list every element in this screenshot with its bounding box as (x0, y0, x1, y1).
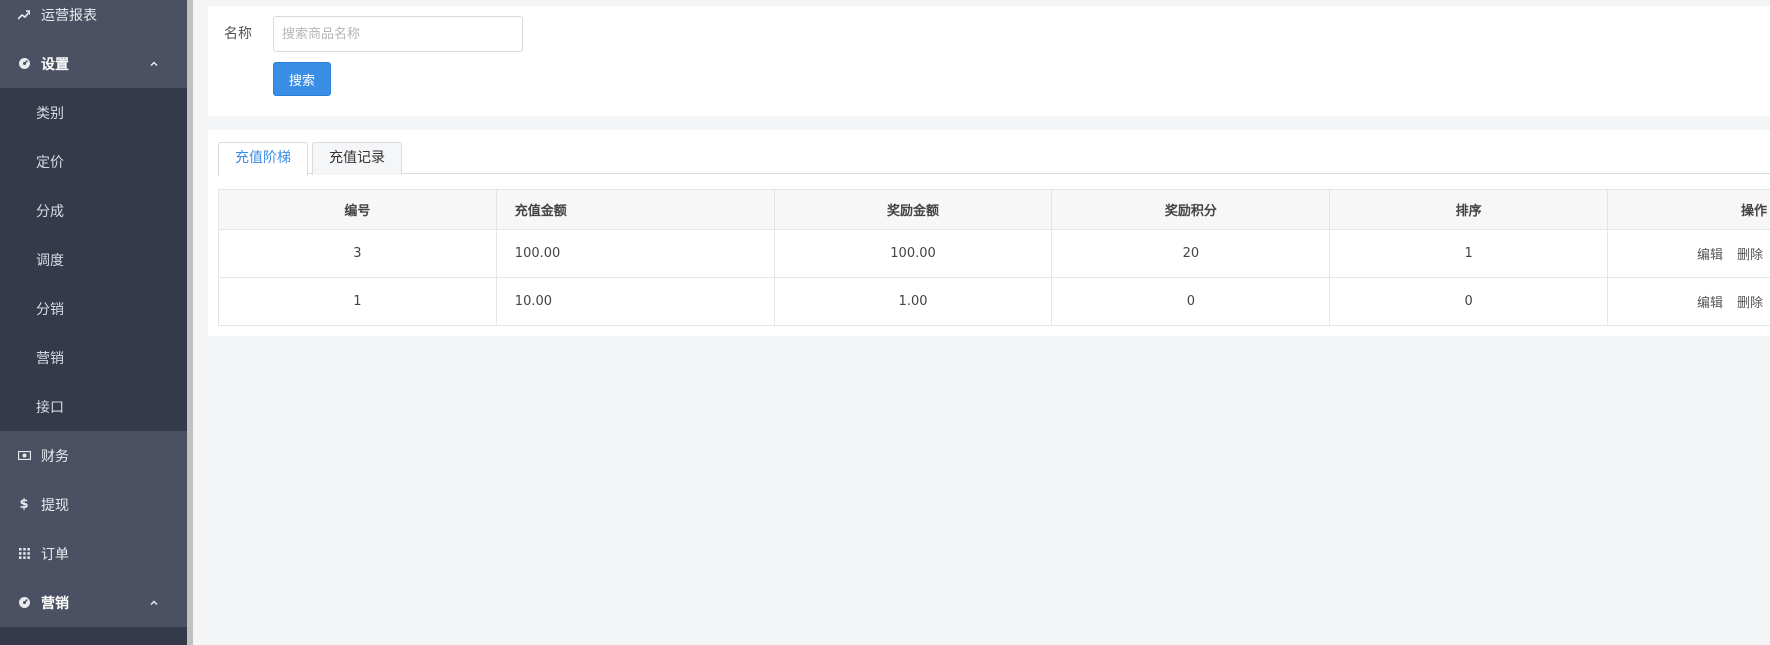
cell-points: 0 (1051, 277, 1331, 326)
table-header-row: 编号 充值金额 奖励金额 奖励积分 排序 操作 (218, 189, 1770, 230)
sidebar-item-withdraw[interactable]: $ 提现 (0, 480, 187, 529)
table-row: 3 100.00 100.00 20 1 编辑 删除 (218, 229, 1770, 278)
sidebar-item-finance[interactable]: 财务 (0, 431, 187, 480)
sidebar-item-label: 接口 (36, 399, 64, 416)
dashboard-icon (17, 596, 31, 610)
dashboard-icon (17, 57, 31, 71)
sidebar-item-api[interactable]: 接口 (0, 382, 187, 431)
sidebar-item-settings[interactable]: 设置 (0, 39, 187, 88)
sidebar: 运营报表 设置 类别 定价 分成 调度 分销 营销 接口 财务 $ 提现 订单 … (0, 0, 187, 645)
tab-recharge-tiers[interactable]: 充值阶梯 (218, 142, 308, 176)
column-header-reward: 奖励金额 (773, 189, 1053, 230)
sidebar-item-dispatch[interactable]: 调度 (0, 235, 187, 284)
cell-amount: 10.00 (495, 277, 775, 326)
cell-points: 20 (1051, 229, 1331, 278)
recharge-tier-table: 编号 充值金额 奖励金额 奖励积分 排序 操作 3 100.00 100.00 … (218, 189, 1770, 326)
column-header-id: 编号 (218, 189, 497, 230)
chevron-up-icon (149, 596, 159, 606)
tab-recharge-records[interactable]: 充值记录 (312, 142, 402, 175)
sidebar-item-label: 营销 (41, 595, 69, 612)
dollar-icon: $ (19, 497, 29, 512)
trend-up-icon (17, 8, 31, 22)
sidebar-item-label: 调度 (36, 252, 64, 269)
money-icon (17, 449, 31, 463)
cell-sort: 1 (1329, 229, 1609, 278)
cell-id: 1 (218, 277, 497, 326)
sidebar-item-label: 分成 (36, 203, 64, 220)
delete-link[interactable]: 删除 (1737, 296, 1763, 311)
search-button[interactable]: 搜索 (273, 62, 331, 96)
sidebar-item-commission[interactable]: 分成 (0, 186, 187, 235)
table-panel: 充值阶梯 充值记录 编号 充值金额 奖励金额 奖励积分 排序 操作 3 100.… (208, 130, 1770, 336)
chevron-up-icon (149, 57, 159, 67)
sidebar-item-label: 定价 (36, 154, 64, 171)
sidebar-item-label: 财务 (41, 448, 69, 465)
sidebar-item-label: 分销 (36, 301, 64, 318)
sidebar-item-orders[interactable]: 订单 (0, 529, 187, 578)
cell-actions: 编辑 删除 (1607, 277, 1770, 326)
cell-sort: 0 (1329, 277, 1609, 326)
sidebar-item-label: 运营报表 (41, 7, 97, 24)
sidebar-item-label: 营销 (36, 350, 64, 367)
name-label: 名称 (224, 26, 252, 42)
column-header-points: 奖励积分 (1051, 189, 1331, 230)
grid-icon (17, 547, 31, 561)
cell-amount: 100.00 (495, 229, 775, 278)
sidebar-item-ops-report[interactable]: 运营报表 (0, 0, 187, 39)
tab-bar: 充值阶梯 充值记录 (218, 142, 1770, 176)
cell-reward: 100.00 (773, 229, 1053, 278)
sidebar-item-label: 订单 (41, 546, 69, 563)
search-panel: 名称 搜索 (208, 6, 1770, 116)
sidebar-item-marketing-setting[interactable]: 营销 (0, 333, 187, 382)
table-row: 1 10.00 1.00 0 0 编辑 删除 (218, 277, 1770, 326)
cell-id: 3 (218, 229, 497, 278)
sidebar-item-marketing[interactable]: 营销 (0, 578, 187, 627)
main-content: 名称 搜索 充值阶梯 充值记录 编号 充值金额 奖励金额 奖励积分 排序 操作 (193, 0, 1770, 645)
sidebar-item-pricing[interactable]: 定价 (0, 137, 187, 186)
column-header-amount: 充值金额 (495, 189, 775, 230)
cell-reward: 1.00 (773, 277, 1053, 326)
sidebar-item-label: 提现 (41, 497, 69, 514)
search-input[interactable] (273, 16, 523, 52)
edit-link[interactable]: 编辑 (1697, 296, 1723, 311)
sidebar-submenu-start (0, 627, 187, 645)
column-header-sort: 排序 (1329, 189, 1609, 230)
cell-actions: 编辑 删除 (1607, 229, 1770, 278)
delete-link[interactable]: 删除 (1737, 248, 1763, 263)
sidebar-item-label: 设置 (41, 56, 69, 73)
column-header-actions: 操作 (1607, 189, 1770, 230)
edit-link[interactable]: 编辑 (1697, 248, 1723, 263)
sidebar-item-label: 类别 (36, 105, 64, 122)
sidebar-item-category[interactable]: 类别 (0, 88, 187, 137)
sidebar-item-distribution[interactable]: 分销 (0, 284, 187, 333)
